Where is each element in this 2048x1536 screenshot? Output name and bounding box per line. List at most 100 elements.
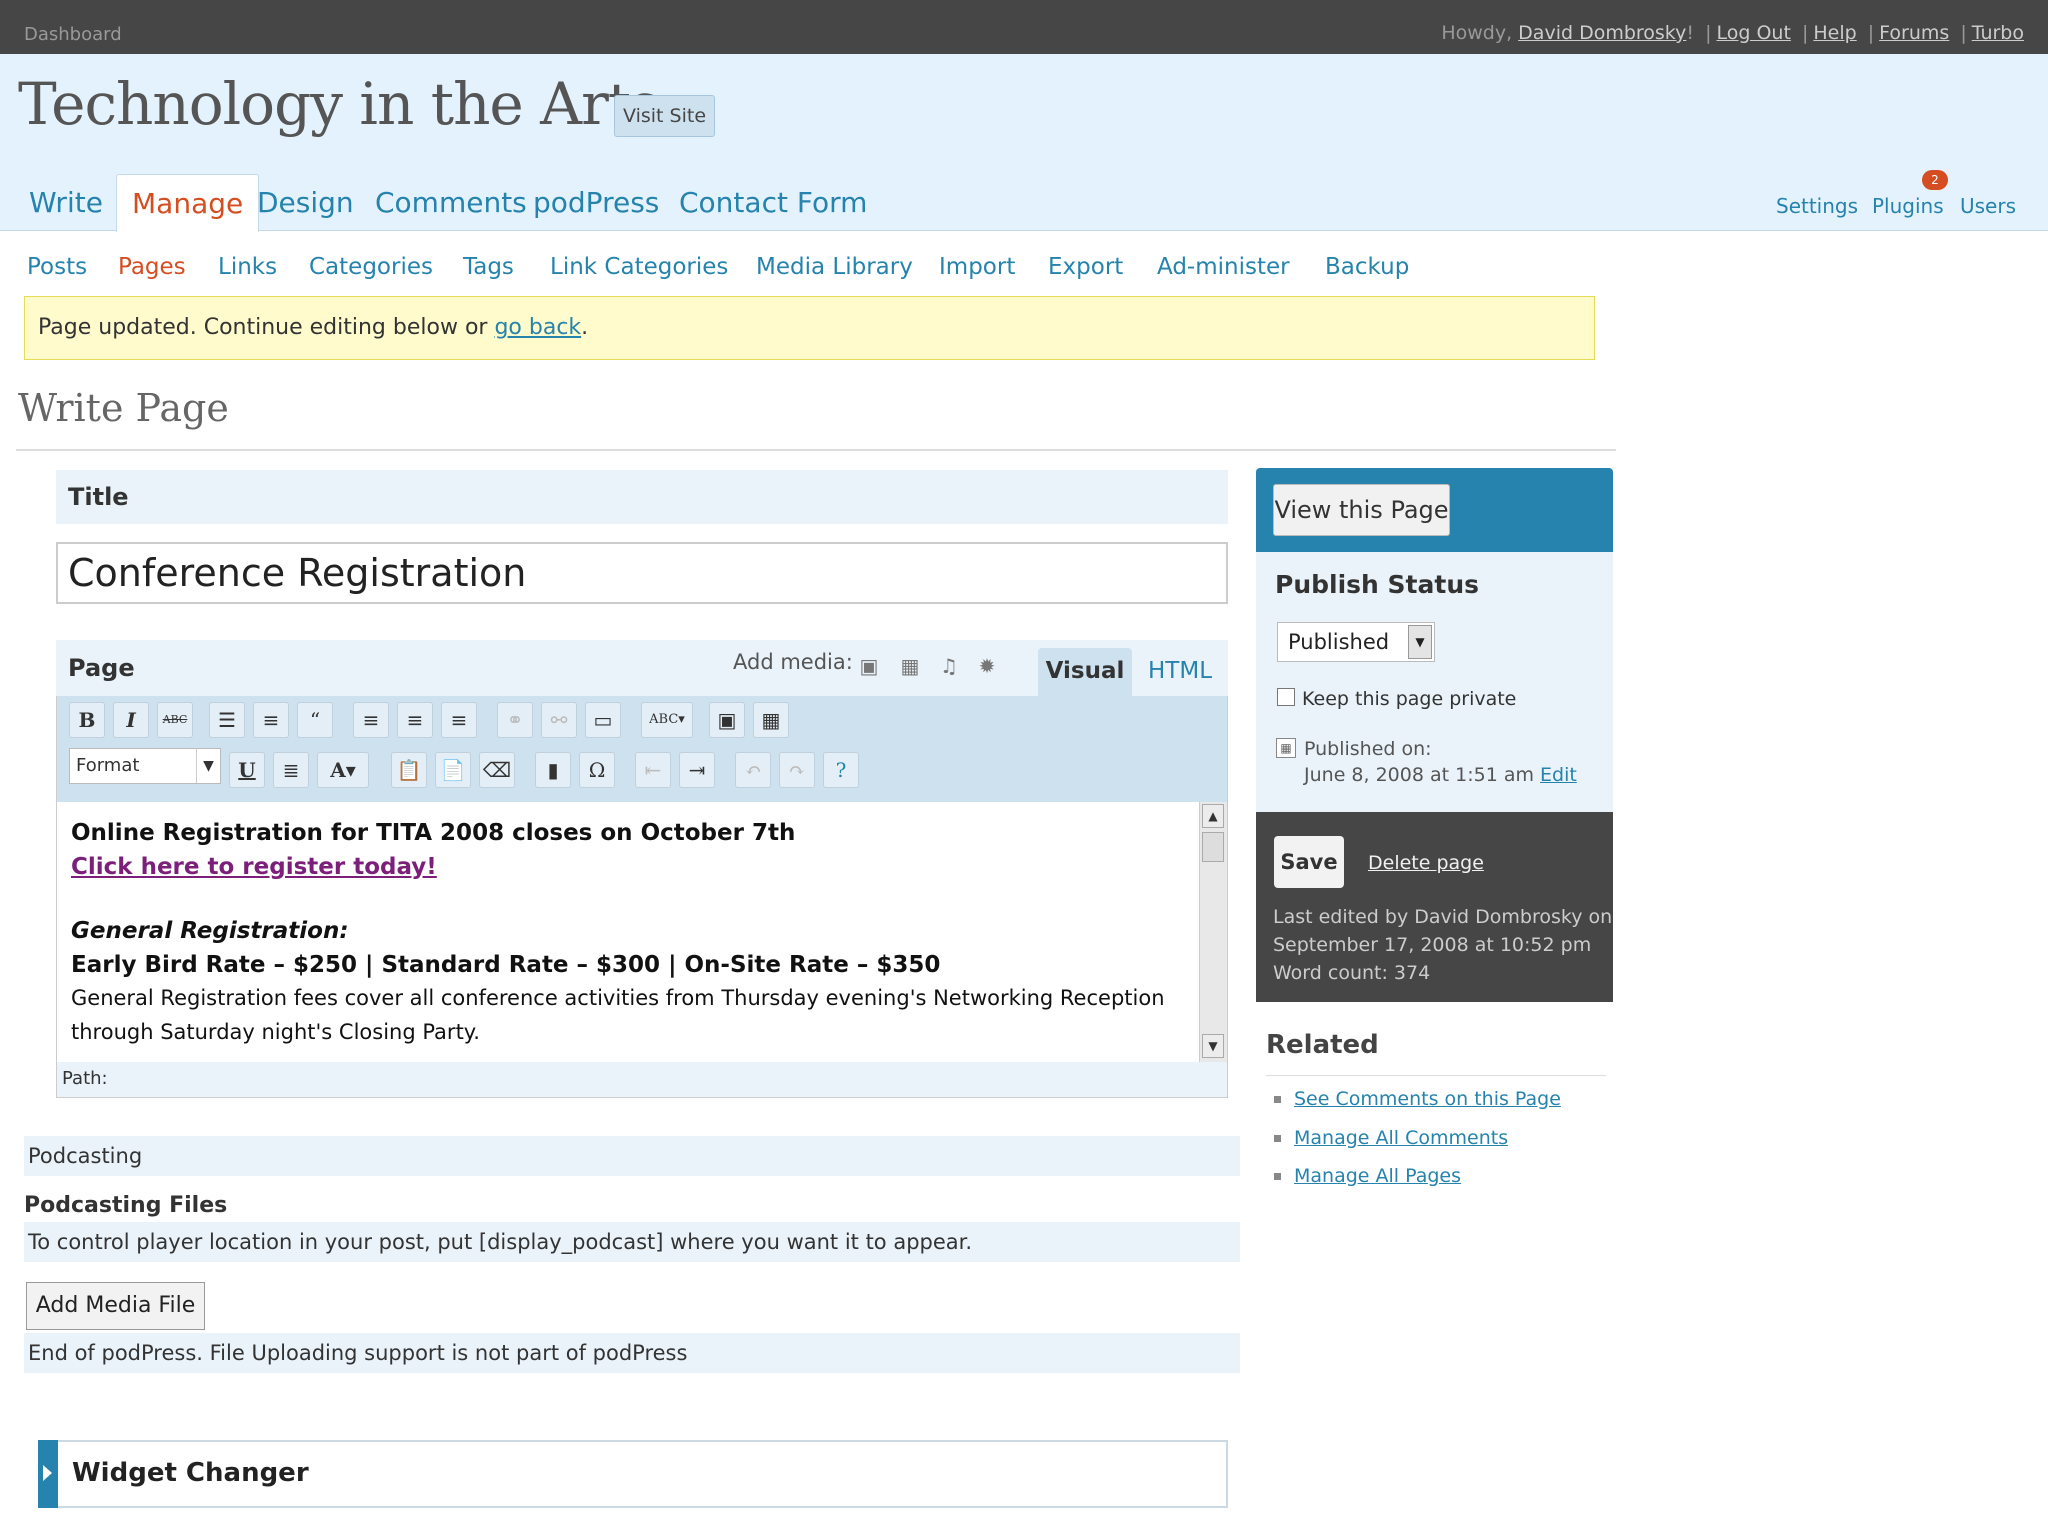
related-item: See Comments on this Page bbox=[1274, 1088, 1561, 1110]
admin-top-bar: Dashboard Howdy, David Dombrosky! | Log O… bbox=[0, 0, 2048, 54]
more-tag-icon[interactable]: ▭ bbox=[585, 702, 621, 738]
add-image-icon[interactable]: ▣ bbox=[857, 654, 881, 678]
format-select-value: Format bbox=[76, 755, 140, 776]
user-profile-link[interactable]: David Dombrosky bbox=[1518, 22, 1686, 44]
subnav-media-library[interactable]: Media Library bbox=[756, 254, 913, 280]
text-color-icon[interactable]: A▾ bbox=[317, 752, 369, 788]
add-media-file-button[interactable]: Add Media File bbox=[26, 1282, 205, 1330]
insert-media-icon[interactable]: ▮ bbox=[535, 752, 571, 788]
add-media-icon[interactable]: ✹ bbox=[975, 654, 999, 678]
plugins-link[interactable]: Plugins bbox=[1872, 194, 1944, 218]
outdent-icon[interactable]: ⇤ bbox=[635, 752, 671, 788]
content-line-1: Online Registration for TITA 2008 closes… bbox=[71, 820, 796, 846]
tab-podpress[interactable]: podPress bbox=[518, 174, 674, 232]
align-center-icon[interactable]: ≡ bbox=[397, 702, 433, 738]
turbo-link[interactable]: Turbo bbox=[1972, 22, 2024, 44]
subnav-import[interactable]: Import bbox=[939, 254, 1015, 280]
editor-toolbar: B I ABC ☰ ≡ “ ≡ ≡ ≡ ⚭ ⚯ ▭ ABC▾ ▣ ▦ Forma… bbox=[56, 696, 1228, 802]
podcasting-instructions: To control player location in your post,… bbox=[24, 1222, 1240, 1262]
users-link[interactable]: Users bbox=[1960, 194, 2016, 218]
subnav-links[interactable]: Links bbox=[218, 254, 277, 280]
content-desc-1: General Registration fees cover all conf… bbox=[71, 986, 1165, 1010]
scroll-up-icon[interactable]: ▲ bbox=[1202, 804, 1224, 828]
help-link[interactable]: Help bbox=[1813, 22, 1856, 44]
bold-icon[interactable]: B bbox=[69, 702, 105, 738]
log-out-link[interactable]: Log Out bbox=[1716, 22, 1790, 44]
register-link[interactable]: Click here to register today! bbox=[71, 854, 437, 880]
go-back-link[interactable]: go back bbox=[494, 315, 581, 340]
title-input[interactable]: Conference Registration bbox=[56, 542, 1228, 604]
remove-format-icon[interactable]: ⌫ bbox=[479, 752, 515, 788]
link-icon[interactable]: ⚭ bbox=[497, 702, 533, 738]
help-icon[interactable]: ? bbox=[823, 752, 859, 788]
subnav-export[interactable]: Export bbox=[1048, 254, 1123, 280]
tab-visual[interactable]: Visual bbox=[1038, 648, 1132, 696]
tab-design[interactable]: Design bbox=[242, 174, 369, 232]
redo-icon[interactable]: ↷ bbox=[779, 752, 815, 788]
publish-status-value: Published bbox=[1288, 630, 1390, 654]
forums-link[interactable]: Forums bbox=[1879, 22, 1949, 44]
justify-icon[interactable]: ≣ bbox=[273, 752, 309, 788]
view-page-button[interactable]: View this Page bbox=[1273, 484, 1450, 536]
delete-page-link[interactable]: Delete page bbox=[1368, 852, 1484, 874]
subnav-backup[interactable]: Backup bbox=[1325, 254, 1409, 280]
notice-end: . bbox=[581, 315, 589, 340]
settings-link[interactable]: Settings bbox=[1776, 194, 1858, 218]
published-date-value: June 8, 2008 at 1:51 am bbox=[1304, 764, 1534, 786]
indent-icon[interactable]: ⇥ bbox=[679, 752, 715, 788]
spellcheck-icon[interactable]: ABC▾ bbox=[641, 702, 693, 738]
keep-private-checkbox[interactable] bbox=[1277, 688, 1295, 706]
edit-date-link[interactable]: Edit bbox=[1540, 764, 1577, 786]
subnav-categories[interactable]: Categories bbox=[309, 254, 433, 280]
last-edited-line-1: Last edited by David Dombrosky on bbox=[1273, 906, 1613, 928]
user-links: Howdy, David Dombrosky! | Log Out | Help |… bbox=[1441, 22, 2024, 44]
bullet-list-icon[interactable]: ☰ bbox=[209, 702, 245, 738]
strikethrough-icon[interactable]: ABC bbox=[157, 702, 193, 738]
related-item: Manage All Comments bbox=[1274, 1127, 1508, 1149]
word-count: Word count: 374 bbox=[1273, 962, 1431, 984]
expand-arrow-icon[interactable] bbox=[43, 1465, 52, 1481]
editor-scrollbar[interactable]: ▲ ▼ bbox=[1199, 802, 1227, 1062]
subnav-posts[interactable]: Posts bbox=[27, 254, 87, 280]
tab-write[interactable]: Write bbox=[14, 174, 118, 232]
add-video-icon[interactable]: ▦ bbox=[898, 654, 922, 678]
paste-text-icon[interactable]: 📋 bbox=[391, 752, 427, 788]
format-select[interactable]: Format ▼ bbox=[69, 748, 221, 784]
align-right-icon[interactable]: ≡ bbox=[441, 702, 477, 738]
paste-word-icon[interactable]: 📄 bbox=[435, 752, 471, 788]
subnav-tags[interactable]: Tags bbox=[463, 254, 514, 280]
tab-html[interactable]: HTML bbox=[1148, 658, 1212, 684]
save-button[interactable]: Save bbox=[1274, 836, 1344, 888]
tab-manage[interactable]: Manage bbox=[116, 174, 260, 232]
scroll-down-icon[interactable]: ▼ bbox=[1202, 1034, 1224, 1058]
see-comments-link[interactable]: See Comments on this Page bbox=[1294, 1088, 1561, 1110]
publish-status-heading: Publish Status bbox=[1275, 570, 1479, 599]
italic-icon[interactable]: I bbox=[113, 702, 149, 738]
podcasting-files-heading: Podcasting Files bbox=[24, 1193, 228, 1218]
update-notice: Page updated. Continue editing below or … bbox=[24, 296, 1595, 360]
align-left-icon[interactable]: ≡ bbox=[353, 702, 389, 738]
unlink-icon[interactable]: ⚯ bbox=[541, 702, 577, 738]
underline-icon[interactable]: U bbox=[229, 752, 265, 788]
page-title: Write Page bbox=[18, 386, 229, 430]
tab-comments[interactable]: Comments bbox=[360, 174, 542, 232]
subnav-ad-minister[interactable]: Ad-minister bbox=[1157, 254, 1290, 280]
special-character-icon[interactable]: Ω bbox=[579, 752, 615, 788]
add-audio-icon[interactable]: ♫ bbox=[937, 654, 961, 678]
manage-all-pages-link[interactable]: Manage All Pages bbox=[1294, 1165, 1461, 1187]
scroll-thumb[interactable] bbox=[1202, 832, 1224, 862]
editor-content-area[interactable]: Online Registration for TITA 2008 closes… bbox=[56, 802, 1228, 1062]
numbered-list-icon[interactable]: ≡ bbox=[253, 702, 289, 738]
subnav-pages[interactable]: Pages bbox=[118, 254, 186, 280]
publish-status-select[interactable]: Published ▼ bbox=[1277, 622, 1435, 662]
fullscreen-icon[interactable]: ▣ bbox=[709, 702, 745, 738]
undo-icon[interactable]: ↶ bbox=[735, 752, 771, 788]
blockquote-icon[interactable]: “ bbox=[297, 702, 333, 738]
podpress-end-note: End of podPress. File Uploading support … bbox=[24, 1333, 1240, 1373]
tab-contact-form[interactable]: Contact Form bbox=[664, 174, 882, 232]
manage-all-comments-link[interactable]: Manage All Comments bbox=[1294, 1127, 1508, 1149]
subnav-link-categories[interactable]: Link Categories bbox=[550, 254, 728, 280]
dashboard-link[interactable]: Dashboard bbox=[24, 24, 122, 45]
kitchen-sink-icon[interactable]: ▦ bbox=[753, 702, 789, 738]
visit-site-button[interactable]: Visit Site bbox=[614, 95, 716, 137]
